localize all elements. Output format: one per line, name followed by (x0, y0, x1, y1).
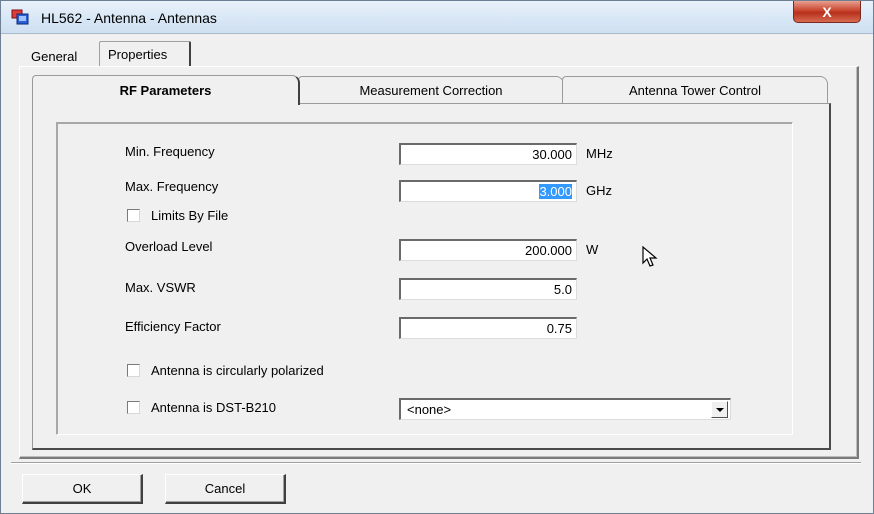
overload-level-input[interactable]: 200.000 (399, 239, 577, 261)
max-vswr-label: Max. VSWR (125, 280, 196, 295)
tab-properties[interactable]: Properties (99, 41, 191, 67)
circularly-polarized-checkbox[interactable] (127, 364, 140, 377)
tab-antenna-tower-control[interactable]: Antenna Tower Control (562, 76, 828, 103)
app-icon (11, 9, 29, 25)
ok-button[interactable]: OK (22, 474, 143, 504)
limits-by-file-checkbox[interactable] (127, 209, 140, 222)
close-button[interactable]: X (793, 1, 861, 23)
cancel-button[interactable]: Cancel (165, 474, 286, 504)
dst-b210-checkbox[interactable] (127, 401, 140, 414)
dst-b210-select-value: <none> (407, 402, 452, 417)
circularly-polarized-label: Antenna is circularly polarized (151, 363, 324, 378)
tab-measurement-correction[interactable]: Measurement Correction (298, 76, 564, 103)
tab-general[interactable]: General (23, 45, 91, 67)
max-frequency-input[interactable]: 3.000 (399, 180, 577, 202)
limits-by-file-label: Limits By File (151, 208, 229, 223)
dropdown-arrow-button[interactable] (711, 401, 728, 418)
min-frequency-unit: MHz (586, 146, 613, 161)
max-frequency-label: Max. Frequency (125, 179, 219, 194)
mouse-pointer-icon (641, 245, 661, 272)
efficiency-factor-label: Efficiency Factor (125, 319, 221, 334)
max-frequency-unit: GHz (586, 183, 612, 198)
tab-rf-parameters[interactable]: RF Parameters (32, 75, 300, 105)
title-bar[interactable]: HL562 - Antenna - Antennas X (1, 1, 873, 34)
efficiency-factor-input[interactable]: 0.75 (399, 317, 577, 339)
overload-level-label: Overload Level (125, 239, 213, 254)
window-title: HL562 - Antenna - Antennas (41, 10, 217, 26)
button-separator (11, 462, 861, 464)
min-frequency-label: Min. Frequency (125, 144, 215, 159)
max-frequency-selected-text: 3.000 (539, 184, 572, 199)
dst-b210-label: Antenna is DST-B210 (151, 400, 277, 415)
max-vswr-input[interactable]: 5.0 (399, 278, 577, 300)
dst-b210-select[interactable]: <none> (399, 398, 731, 420)
dialog-window: HL562 - Antenna - Antennas X General Pro… (0, 0, 874, 514)
chevron-down-icon (715, 407, 724, 412)
overload-level-unit: W (586, 242, 599, 257)
min-frequency-input[interactable]: 30.000 (399, 143, 577, 165)
